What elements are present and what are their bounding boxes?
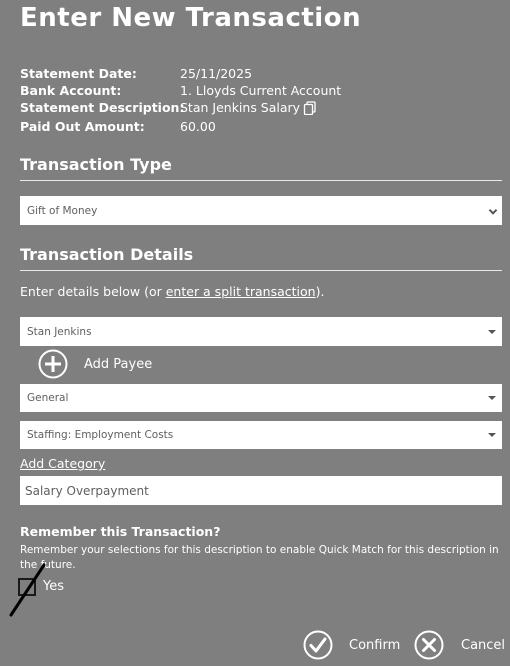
divider	[20, 180, 502, 181]
caret-down-icon	[488, 433, 496, 437]
category-select[interactable]: Staffing: Employment Costs	[20, 421, 502, 449]
add-payee-button[interactable]: Add Payee	[38, 349, 152, 379]
paid-out-value: 60.00	[180, 119, 216, 134]
cancel-button[interactable]: Cancel	[414, 630, 505, 660]
transaction-type-value: Gift of Money	[27, 204, 98, 217]
paid-out-label: Paid Out Amount:	[20, 119, 145, 134]
x-circle-icon	[414, 630, 444, 660]
page-title: Enter New Transaction	[20, 3, 362, 33]
plus-circle-icon	[38, 349, 68, 379]
bank-account-value: 1. Lloyds Current Account	[180, 83, 342, 98]
statement-date-label: Statement Date:	[20, 66, 137, 81]
caret-down-icon	[488, 396, 496, 400]
chevron-down-icon	[488, 205, 498, 215]
statement-description-value: Stan Jenkins Salary	[180, 100, 301, 115]
check-circle-icon	[303, 630, 333, 660]
transaction-details-heading: Transaction Details	[20, 245, 194, 264]
transaction-type-select[interactable]: Gift of Money	[20, 196, 502, 225]
category-group-value: General	[27, 392, 69, 404]
add-category-link[interactable]: Add Category	[20, 456, 105, 471]
statement-description-label: Statement Description:	[20, 100, 185, 115]
confirm-label: Confirm	[349, 637, 401, 653]
transaction-type-heading: Transaction Type	[20, 155, 172, 174]
bank-account-label: Bank Account:	[20, 83, 122, 98]
remember-heading: Remember this Transaction?	[20, 524, 221, 539]
add-payee-label: Add Payee	[84, 356, 153, 372]
statement-description: Stan Jenkins Salary	[180, 99, 317, 116]
payee-select[interactable]: Stan Jenkins	[20, 317, 502, 346]
memo-value: Salary Overpayment	[25, 483, 149, 498]
statement-date-value: 25/11/2025	[180, 66, 253, 81]
details-intro-prefix: Enter details below (or	[20, 284, 166, 299]
cancel-label: Cancel	[461, 637, 506, 653]
category-value: Staffing: Employment Costs	[27, 429, 174, 441]
details-intro-suffix: ).	[315, 284, 325, 299]
split-transaction-link[interactable]: enter a split transaction	[166, 284, 316, 299]
memo-input[interactable]: Salary Overpayment	[20, 476, 502, 505]
payee-value: Stan Jenkins	[27, 325, 92, 338]
divider	[20, 270, 502, 271]
category-group-select[interactable]: General	[20, 384, 502, 412]
details-intro: Enter details below (or enter a split tr…	[20, 284, 324, 299]
confirm-button[interactable]: Confirm	[303, 630, 400, 660]
copy-icon[interactable]	[303, 100, 317, 115]
pen-stroke-mark	[9, 563, 46, 617]
remember-description: Remember your selections for this descri…	[20, 544, 499, 571]
caret-down-icon	[488, 329, 496, 334]
